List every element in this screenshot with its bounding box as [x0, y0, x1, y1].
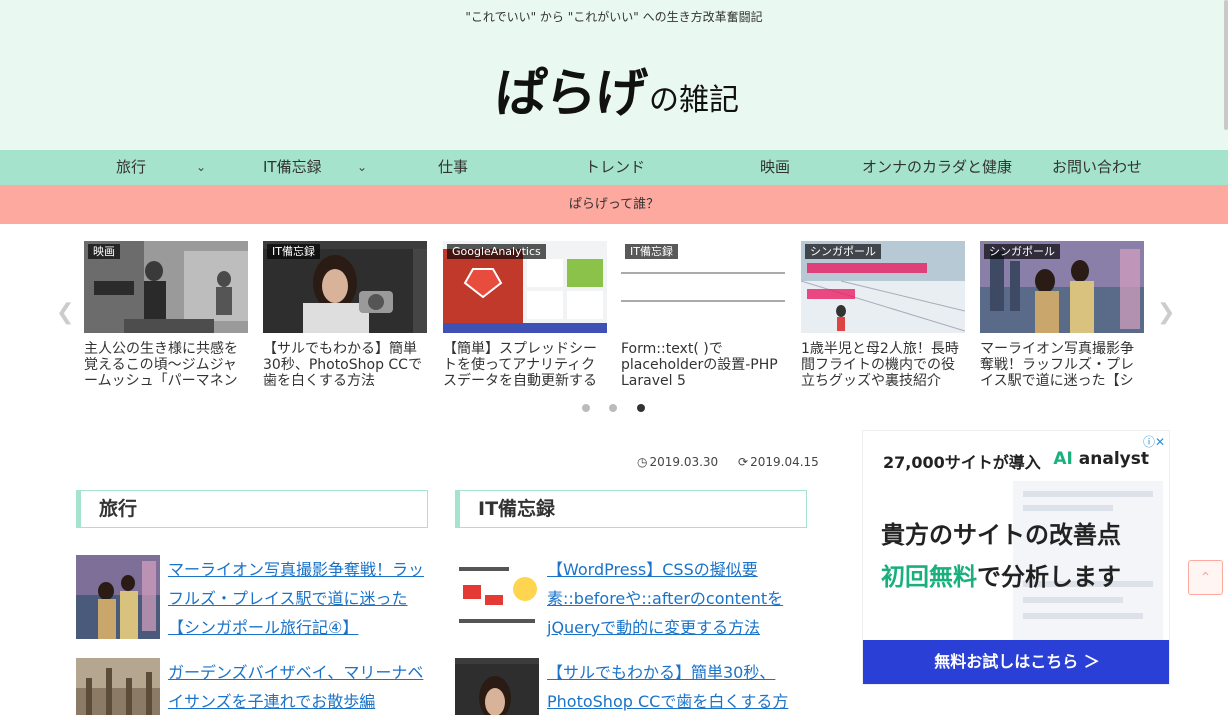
ad-brand-logo: AI analyst: [1053, 449, 1149, 469]
category-tag[interactable]: シンガポール: [984, 244, 1060, 259]
slide-thumbnail[interactable]: IT備忘録: [621, 241, 785, 333]
slide-title[interactable]: 【簡単】スプレッドシートを使ってアナリティクスデータを自動更新する: [443, 341, 607, 389]
featured-carousel: ❮ ❯ 映画 主人公の生き様に共感を覚えるこの頃〜ジムジャームッシュ「パーマネン: [0, 224, 1228, 424]
back-to-top-button[interactable]: ⌃: [1188, 560, 1223, 595]
carousel-dot[interactable]: [609, 404, 617, 412]
nav-item-trend[interactable]: トレンド: [585, 150, 645, 185]
carousel-slide[interactable]: シンガポール 1歳半児と母2人旅！長時間フライトの機内での役立ちグッズや裏技紹介: [801, 241, 965, 389]
refresh-icon: ⟳: [738, 455, 749, 469]
ad-brand-name: analyst: [1078, 449, 1149, 469]
post-thumbnail[interactable]: [455, 555, 539, 639]
carousel-slide[interactable]: GoogleAnalytics 【簡単】スプレッドシートを使ってアナリティクスデ…: [443, 241, 607, 389]
post-title-link[interactable]: 【WordPress】CSSの擬似要素::beforeや::afterのcont…: [547, 555, 807, 642]
ad-cta-button[interactable]: 無料お試しはこちら ＞: [863, 640, 1169, 684]
carousel-dot[interactable]: [582, 404, 590, 412]
slide-title[interactable]: 【サルでもわかる】簡単30秒、PhotoShop CCで歯を白くする方法: [263, 341, 427, 389]
nav-item-contact[interactable]: お問い合わせ: [1052, 150, 1142, 185]
list-item[interactable]: ガーデンズバイザベイ、マリーナベイサンズを子連れでお散歩編: [76, 658, 428, 715]
post-title-link[interactable]: 【サルでもわかる】簡単30秒、PhotoShop CCで歯を白くする方: [547, 658, 807, 715]
post-dates: ◷ 2019.03.30 ⟳ 2019.04.15: [637, 455, 835, 469]
clock-icon: ◷: [637, 455, 648, 469]
slide-thumbnail[interactable]: GoogleAnalytics: [443, 241, 607, 333]
slide-thumbnail[interactable]: シンガポール: [980, 241, 1144, 333]
post-thumbnail[interactable]: [76, 555, 160, 639]
chevron-left-icon[interactable]: ❮: [56, 302, 74, 324]
scrollbar[interactable]: [1224, 0, 1228, 130]
slide-title[interactable]: 1歳半児と母2人旅！長時間フライトの機内での役立ちグッズや裏技紹介: [801, 341, 965, 389]
adchoices-icon[interactable]: ⓘ✕: [1143, 433, 1165, 450]
ad-subheadline: 初回無料で分析します: [881, 557, 1121, 592]
list-item[interactable]: マーライオン写真撮影争奪戦！ラッフルズ・プレイス駅で道に迷った【シンガポール旅行…: [76, 555, 428, 642]
chevron-down-icon[interactable]: ⌄: [196, 150, 206, 185]
post-title-link[interactable]: マーライオン写真撮影争奪戦！ラッフルズ・プレイス駅で道に迷った【シンガポール旅行…: [168, 555, 428, 642]
updated-date-value: 2019.04.15: [750, 455, 819, 469]
carousel-slide[interactable]: IT備忘録 Form::text( )でplaceholderの設置-PHP L…: [621, 241, 785, 389]
slide-title[interactable]: 主人公の生き様に共感を覚えるこの頃〜ジムジャームッシュ「パーマネン: [84, 341, 248, 389]
nav-item-movie[interactable]: 映画: [760, 150, 790, 185]
ad-subheadline-rest: で分析します: [977, 563, 1121, 591]
category-tag[interactable]: シンガポール: [805, 244, 881, 259]
list-item[interactable]: 【サルでもわかる】簡単30秒、PhotoShop CCで歯を白くする方: [455, 658, 807, 715]
ad-top-text: 27,000サイトが導入: [883, 453, 1041, 472]
site-logo[interactable]: ぱらげ の雑記: [492, 58, 740, 124]
post-thumbnail[interactable]: [455, 658, 539, 715]
gardens-photo-image: [76, 658, 160, 715]
logo-sub-text: の雑記: [649, 83, 740, 118]
carousel-pagination: [578, 404, 648, 414]
section-heading-travel: 旅行: [76, 490, 428, 528]
nav-item-work[interactable]: 仕事: [438, 150, 468, 185]
post-thumbnail[interactable]: [76, 658, 160, 715]
published-date-value: 2019.03.30: [649, 455, 719, 469]
slide-thumbnail[interactable]: IT備忘録: [263, 241, 427, 333]
subnav-about[interactable]: ぱらげって誰？: [0, 185, 1228, 224]
css-diagram-image: [455, 555, 539, 639]
slide-thumbnail[interactable]: 映画: [84, 241, 248, 333]
category-tag[interactable]: GoogleAnalytics: [447, 244, 546, 259]
category-tag[interactable]: IT備忘録: [625, 244, 678, 259]
slide-title[interactable]: マーライオン写真撮影争奪戦！ラッフルズ・プレイス駅で道に迷った【シ: [980, 341, 1144, 389]
slide-title[interactable]: Form::text( )でplaceholderの設置-PHP Laravel…: [621, 341, 785, 389]
merlion-photo-image: [76, 555, 160, 639]
post-title-link[interactable]: ガーデンズバイザベイ、マリーナベイサンズを子連れでお散歩編: [168, 658, 428, 715]
section-heading-it-memo: IT備忘録: [455, 490, 807, 528]
published-date: ◷ 2019.03.30: [637, 455, 726, 469]
carousel-slide[interactable]: シンガポール マーライオン写真撮影争奪戦！ラッフルズ・プレイス駅で道に迷った【シ: [980, 241, 1144, 389]
logo-main-text: ぱらげ: [492, 63, 648, 124]
subnav-about-label: ぱらげって誰？: [568, 197, 660, 212]
nav-item-it-memo[interactable]: IT備忘録: [263, 150, 322, 185]
ad-free-label: 初回無料: [881, 563, 977, 591]
updated-date: ⟳ 2019.04.15: [738, 455, 827, 469]
list-item[interactable]: 【WordPress】CSSの擬似要素::beforeや::afterのcont…: [455, 555, 807, 642]
slide-thumbnail[interactable]: シンガポール: [801, 241, 965, 333]
site-header: "これでいい" から "これがいい" への生き方改革奮闘記 ぱらげ の雑記: [0, 0, 1228, 150]
chevron-down-icon[interactable]: ⌄: [357, 150, 367, 185]
carousel-slide[interactable]: 映画 主人公の生き様に共感を覚えるこの頃〜ジムジャームッシュ「パーマネン: [84, 241, 248, 389]
photo-editing-image: [455, 658, 539, 715]
carousel-dot-active[interactable]: [637, 404, 645, 412]
main-nav: 旅行 ⌄ IT備忘録 ⌄ 仕事 トレンド 映画 オンナのカラダと健康 お問い合わ…: [0, 150, 1228, 185]
chevron-right-icon[interactable]: ❯: [1157, 302, 1175, 324]
category-tag[interactable]: IT備忘録: [267, 244, 320, 259]
ad-headline: 貴方のサイトの改善点: [881, 521, 1121, 549]
site-tagline: "これでいい" から "これがいい" への生き方改革奮闘記: [465, 10, 763, 24]
ad-banner[interactable]: ⓘ✕ 27,000サイトが導入 AI analyst 貴方のサイトの改善点 初回…: [862, 430, 1170, 685]
ad-brand-ai: AI: [1053, 449, 1073, 469]
nav-item-health[interactable]: オンナのカラダと健康: [862, 150, 1012, 185]
category-tag[interactable]: 映画: [88, 244, 120, 259]
nav-item-travel[interactable]: 旅行: [116, 150, 146, 185]
carousel-slide[interactable]: IT備忘録 【サルでもわかる】簡単30秒、PhotoShop CCで歯を白くする…: [263, 241, 427, 389]
chevron-up-icon: ⌃: [1199, 570, 1212, 586]
